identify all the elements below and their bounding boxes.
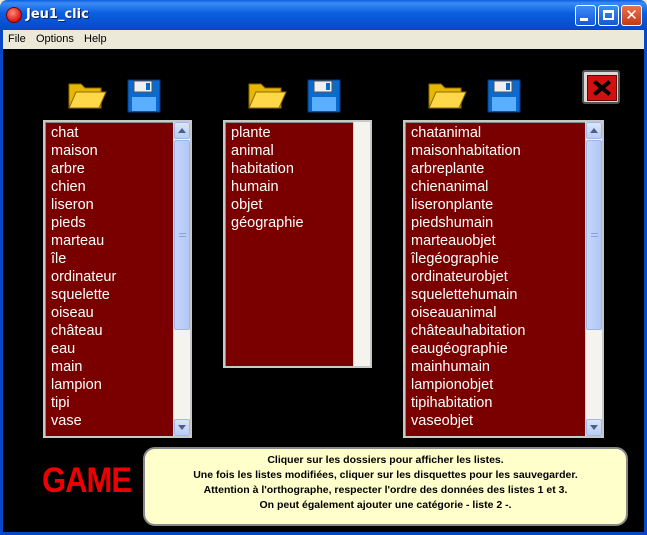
list-item[interactable]: objet [231,196,370,214]
exit-button[interactable] [582,70,620,104]
list-item[interactable]: vase [51,412,190,430]
red-x-icon [587,75,617,101]
list-item[interactable]: main [51,358,190,376]
window-title: Jeu1_clic [26,7,89,22]
instruction-line: Attention à l'orthographe, respecter l'o… [203,484,568,496]
grip-line [179,233,186,234]
instruction-line: Cliquer sur les dossiers pour afficher l… [267,454,504,466]
game-logo: GAME [42,460,132,501]
list-item[interactable]: vaseobjet [411,412,602,430]
list-answers-items: chatanimal maisonhabitation arbreplante chi… [405,122,602,430]
save-disk-icon-1[interactable] [127,79,161,113]
list-item[interactable]: géographie [231,214,370,232]
list-item[interactable]: chien [51,178,190,196]
list-item[interactable]: ordinateurobjet [411,268,602,286]
list-categories[interactable]: plante animal habitation humain objet géograp… [223,120,372,368]
menu-file[interactable]: File [8,33,26,45]
list-item[interactable]: arbreplante [411,160,602,178]
app-icon [6,7,22,23]
list-item[interactable]: oiseauanimal [411,304,602,322]
list-categories-items: plante animal habitation humain objet géograp… [225,122,370,232]
scroll-up-button[interactable] [586,122,602,139]
list-item[interactable]: squelette [51,286,190,304]
list-item[interactable]: piedshumain [411,214,602,232]
list-item[interactable]: ordinateur [51,268,190,286]
menu-help[interactable]: Help [84,33,107,45]
minimize-icon [580,18,588,21]
list-item[interactable]: tipihabitation [411,394,602,412]
list-item[interactable]: marteau [51,232,190,250]
list-item[interactable]: île [51,250,190,268]
title-bar[interactable]: Jeu1_clic ✕ [0,0,647,30]
list-words-scrollbar[interactable] [173,122,190,436]
list-item[interactable]: tipi [51,394,190,412]
instructions-panel: Cliquer sur les dossiers pour afficher l… [143,447,628,526]
list-item[interactable]: habitation [231,160,370,178]
list-item[interactable]: squelettehumain [411,286,602,304]
list-item[interactable]: pieds [51,214,190,232]
scroll-thumb[interactable] [174,140,190,330]
list-item[interactable]: maisonhabitation [411,142,602,160]
instruction-line: Une fois les listes modifiées, cliquer s… [193,469,578,481]
close-icon: ✕ [625,6,638,24]
chevron-down-icon [178,425,186,430]
list-item[interactable]: mainhumain [411,358,602,376]
menu-bar: File Options Help [3,30,644,49]
list-item[interactable]: marteauobjet [411,232,602,250]
chevron-up-icon [590,128,598,133]
list-item[interactable]: liseron [51,196,190,214]
list-item[interactable]: humain [231,178,370,196]
list-item[interactable]: château [51,322,190,340]
list-item[interactable]: lampion [51,376,190,394]
list-item[interactable]: lampionobjet [411,376,602,394]
list-item[interactable]: chatanimal [411,124,602,142]
list-answers[interactable]: chatanimal maisonhabitation arbreplante chi… [403,120,604,438]
list-words[interactable]: chat maison arbre chien liseron pieds marteau î… [43,120,192,438]
list-categories-scrollbar [353,122,370,366]
list-item[interactable]: chienanimal [411,178,602,196]
list-item[interactable]: maison [51,142,190,160]
save-disk-icon-2[interactable] [307,79,341,113]
open-folder-icon-1[interactable] [67,78,107,112]
scroll-down-button[interactable] [586,419,602,436]
save-disk-icon-3[interactable] [487,79,521,113]
list-answers-scrollbar[interactable] [585,122,602,436]
list-item[interactable]: châteauhabitation [411,322,602,340]
list-item[interactable]: animal [231,142,370,160]
menu-options[interactable]: Options [36,33,74,45]
chevron-down-icon [590,425,598,430]
minimize-button[interactable] [575,5,596,26]
scroll-down-button[interactable] [174,419,190,436]
close-button[interactable]: ✕ [621,5,642,26]
chevron-up-icon [178,128,186,133]
grip-line [591,236,598,237]
open-folder-icon-2[interactable] [247,78,287,112]
list-item[interactable]: îlegéographie [411,250,602,268]
maximize-icon [603,10,614,20]
list-item[interactable]: eau [51,340,190,358]
list-words-items: chat maison arbre chien liseron pieds marteau î… [45,122,190,430]
list-item[interactable]: oiseau [51,304,190,322]
list-item[interactable]: plante [231,124,370,142]
grip-line [179,236,186,237]
list-item[interactable]: arbre [51,160,190,178]
open-folder-icon-3[interactable] [427,78,467,112]
maximize-button[interactable] [598,5,619,26]
scroll-thumb[interactable] [586,140,602,330]
list-item[interactable]: chat [51,124,190,142]
grip-line [591,233,598,234]
scroll-up-button[interactable] [174,122,190,139]
list-item[interactable]: liseronplante [411,196,602,214]
instruction-line: On peut également ajouter une catégorie … [259,499,512,511]
list-item[interactable]: eaugéographie [411,340,602,358]
